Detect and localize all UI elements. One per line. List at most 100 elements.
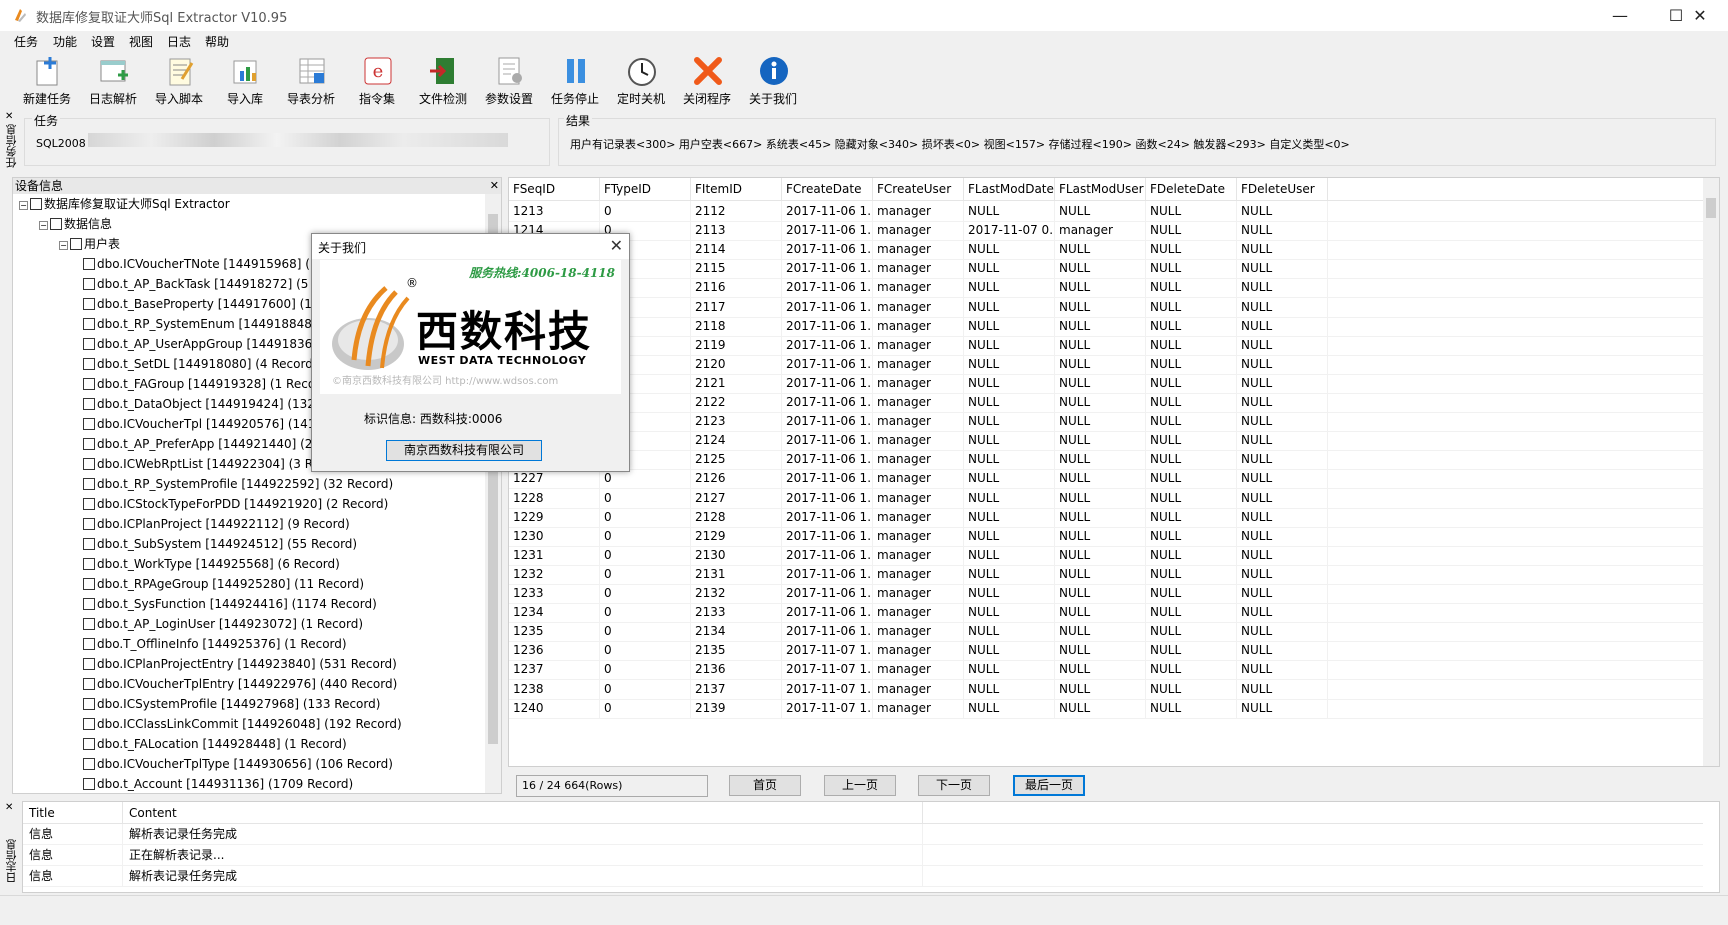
tree-checkbox[interactable] xyxy=(83,338,95,350)
tree-table-item[interactable]: dbo.t_RP_SystemProfile [144922592] (32 R… xyxy=(83,474,393,494)
table-row[interactable]: 2119 2017-11-06 1... manager NULL NULL NULL NU… xyxy=(509,334,1705,356)
tree-table-item[interactable]: dbo.t_AP_LoginUser [144923072] (1 Record… xyxy=(83,614,363,634)
new-task-button[interactable]: 新建任务 xyxy=(14,52,80,108)
menu-settings[interactable]: 设置 xyxy=(91,33,115,50)
table-row[interactable]: 1233 0 2132 2017-11-06 1... manager NULL NULL N… xyxy=(509,583,1705,604)
table-row[interactable]: 1232 0 2131 2017-11-06 1... manager NULL NULL N… xyxy=(509,563,1705,585)
tree-user-table-node[interactable]: − 用户表 xyxy=(59,234,120,254)
tree-checkbox[interactable] xyxy=(83,618,95,630)
table-row[interactable]: 2117 2017-11-06 1... manager NULL NULL NULL NU… xyxy=(509,296,1705,318)
grid-scroll-thumb[interactable] xyxy=(1706,198,1716,218)
tree-checkbox[interactable] xyxy=(83,258,95,270)
tree-table-item[interactable]: dbo.t_BaseProperty [144917600] (18 xyxy=(83,294,320,314)
tree-checkbox[interactable] xyxy=(83,478,95,490)
grid-header-col-fseqid[interactable]: FSeqID xyxy=(509,178,600,201)
tree-table-item[interactable]: dbo.ICSystemProfile [144927968] (133 Rec… xyxy=(83,694,380,714)
tree-table-item[interactable]: dbo.ICVoucherTpl [144920576] (141 xyxy=(83,414,315,434)
tree-checkbox[interactable] xyxy=(83,638,95,650)
tree-table-item[interactable]: dbo.t_RP_SystemEnum [144918848] xyxy=(83,314,317,334)
table-row[interactable]: 1237 0 2136 2017-11-07 1... manager NULL NULL N… xyxy=(509,659,1705,681)
table-row[interactable]: 1234 0 2133 2017-11-06 1... manager NULL NULL N… xyxy=(509,602,1705,624)
grid-header-col-fcreatedate[interactable]: FCreateDate xyxy=(782,178,873,201)
collapse-icon[interactable]: − xyxy=(59,241,68,250)
close-program-button[interactable]: 关闭程序 xyxy=(674,52,740,108)
tree-checkbox[interactable] xyxy=(83,358,95,370)
table-row[interactable]: 1235 0 2134 2017-11-06 1... manager NULL NULL N… xyxy=(509,621,1705,643)
tree-checkbox[interactable] xyxy=(83,458,95,470)
tree-table-item[interactable]: dbo.ICClassLinkCommit [144926048] (192 R… xyxy=(83,714,402,734)
table-row[interactable]: 2124 2017-11-06 1... manager NULL NULL NULL NU… xyxy=(509,430,1705,452)
tree-checkbox[interactable] xyxy=(83,558,95,570)
close-window-button[interactable]: ✕ xyxy=(1672,0,1728,31)
tree-checkbox[interactable] xyxy=(50,218,62,230)
tree-table-item[interactable]: dbo.t_DataObject [144919424] (132 xyxy=(83,394,315,414)
tree-checkbox[interactable] xyxy=(83,298,95,310)
grid-header-col-ftypeid[interactable]: FTypeID xyxy=(600,178,691,201)
tree-checkbox[interactable] xyxy=(83,318,95,330)
collapse-icon[interactable]: − xyxy=(39,221,48,230)
file-detect-button[interactable]: 文件检测 xyxy=(410,52,476,108)
parameter-settings-button[interactable]: 参数设置 xyxy=(476,52,542,108)
menu-help[interactable]: 帮助 xyxy=(205,33,229,50)
tree-table-item[interactable]: dbo.ICVoucherTplEntry [144922976] (440 R… xyxy=(83,674,397,694)
tree-table-item[interactable]: dbo.ICPlanProjectEntry [144923840] (531 … xyxy=(83,654,397,674)
minimize-button[interactable]: — xyxy=(1592,0,1648,31)
table-row[interactable]: 2116 2017-11-06 1... manager NULL NULL NULL NU… xyxy=(509,277,1705,299)
tree-checkbox[interactable] xyxy=(83,778,95,790)
table-row[interactable]: 1228 0 2127 2017-11-06 1... manager NULL NULL N… xyxy=(509,487,1705,509)
about-close-icon[interactable]: ✕ xyxy=(610,236,623,255)
tree-table-item[interactable]: dbo.t_AP_BackTask [144918272] (5 R xyxy=(83,274,321,294)
tree-close-icon[interactable]: ✕ xyxy=(490,178,499,194)
first-page-button[interactable]: 首页 xyxy=(729,775,801,796)
tree-table-item[interactable]: dbo.t_FAGroup [144919328] (1 Reco xyxy=(83,374,315,394)
tree-checkbox[interactable] xyxy=(83,498,95,510)
menu-function[interactable]: 功能 xyxy=(53,33,77,50)
tree-table-item[interactable]: dbo.t_SubSystem [144924512] (55 Record) xyxy=(83,534,357,554)
table-row[interactable]: 1236 0 2135 2017-11-07 1... manager NULL NULL N… xyxy=(509,640,1705,662)
tree-checkbox[interactable] xyxy=(83,378,95,390)
grid-header-col-flastmoduser[interactable]: FLastModUser xyxy=(1055,178,1146,201)
tree-checkbox[interactable] xyxy=(83,598,95,610)
tree-checkbox[interactable] xyxy=(83,438,95,450)
tree-checkbox[interactable] xyxy=(83,538,95,550)
tree-table-item[interactable]: dbo.t_RPAgeGroup [144925280] (11 Record) xyxy=(83,574,364,594)
tree-table-item[interactable]: dbo.t_SysFunction [144924416] (1174 Reco… xyxy=(83,594,377,614)
tree-checkbox[interactable] xyxy=(70,238,82,250)
tree-checkbox[interactable] xyxy=(83,718,95,730)
about-us-button[interactable]: 关于我们 xyxy=(740,52,806,108)
table-analysis-button[interactable]: 导表分析 xyxy=(278,52,344,108)
menu-view[interactable]: 视图 xyxy=(129,33,153,50)
next-page-button[interactable]: 下一页 xyxy=(918,775,990,796)
timed-shutdown-button[interactable]: 定时关机 xyxy=(608,52,674,108)
table-row[interactable]: 1229 0 2128 2017-11-06 1... manager NULL NULL N… xyxy=(509,506,1705,528)
tree-checkbox[interactable] xyxy=(83,758,95,770)
tree-table-item[interactable]: dbo.t_AP_PreferApp [144921440] (23 xyxy=(83,434,320,454)
table-row[interactable]: 2115 2017-11-06 1... manager NULL NULL NULL NU… xyxy=(509,258,1705,280)
company-link-button[interactable]: 南京西数科技有限公司 xyxy=(386,440,542,461)
tree-checkbox[interactable] xyxy=(83,278,95,290)
tree-checkbox[interactable] xyxy=(83,678,95,690)
table-row[interactable]: 1238 0 2137 2017-11-07 1... manager NULL NULL N… xyxy=(509,678,1705,700)
tree-root[interactable]: − 数据库修复取证大师Sql Extractor xyxy=(19,194,230,214)
menu-task[interactable]: 任务 xyxy=(14,33,38,50)
command-set-button[interactable]: e 指令集 xyxy=(344,52,410,108)
log-row[interactable]: 信息 解析表记录任务完成 xyxy=(23,866,1703,887)
grid-header-col-flastmoddate[interactable]: FLastModDate xyxy=(964,178,1055,201)
prev-page-button[interactable]: 上一页 xyxy=(824,775,896,796)
grid-header-col-fitemid[interactable]: FItemID xyxy=(691,178,782,201)
log-info-tab[interactable]: 日志信息 xyxy=(4,839,20,883)
last-page-button[interactable]: 最后一页 xyxy=(1013,775,1085,796)
tree-checkbox[interactable] xyxy=(83,398,95,410)
tree-checkbox[interactable] xyxy=(83,658,95,670)
table-row[interactable]: 2123 2017-11-06 1... manager NULL NULL NULL NU… xyxy=(509,411,1705,433)
table-row[interactable]: 1213 0 2112 2017-11-06 1... manager NULL NULL N… xyxy=(509,201,1705,222)
tree-table-item[interactable]: dbo.ICStockTypeForPDD [144921920] (2 Rec… xyxy=(83,494,388,514)
table-row[interactable]: 2118 2017-11-06 1... manager NULL NULL NULL NU… xyxy=(509,315,1705,337)
grid-header-col-fdeleteuser[interactable]: FDeleteUser xyxy=(1237,178,1328,201)
grid-header-col-fcreateuser[interactable]: FCreateUser xyxy=(873,178,964,201)
tree-checkbox[interactable] xyxy=(83,738,95,750)
tree-table-item[interactable]: dbo.ICVoucherTNote [144915968] ( xyxy=(83,254,310,274)
import-script-button[interactable]: 导入脚本 xyxy=(146,52,212,108)
tree-table-item[interactable]: dbo.t_SetDL [144918080] (4 Record) xyxy=(83,354,318,374)
log-parse-button[interactable]: 日志解析 xyxy=(80,52,146,108)
